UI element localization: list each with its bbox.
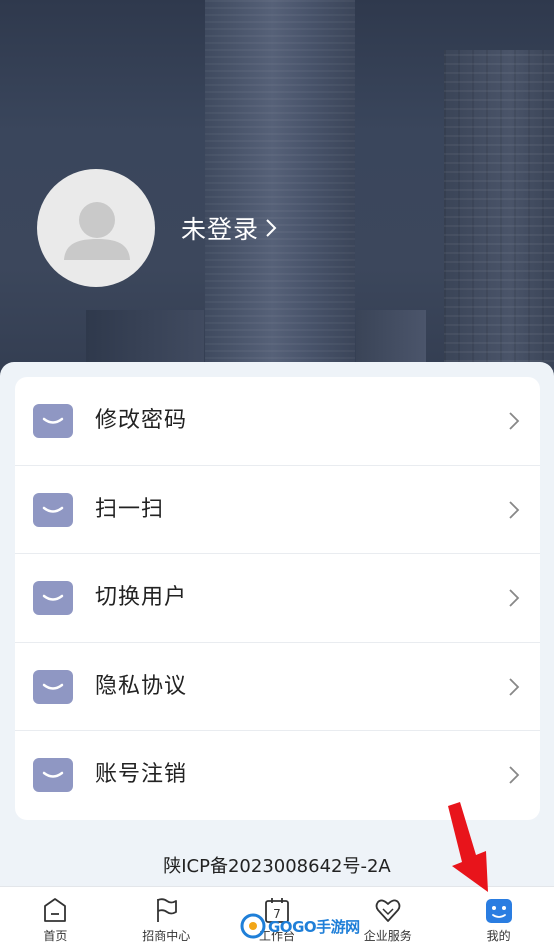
skyscraper-image [205, 0, 355, 380]
chevron-right-icon [509, 678, 520, 696]
chevron-right-icon [509, 589, 520, 607]
watermark-brand: GOGO手游网 [268, 917, 360, 936]
menu-item-label: 隐私协议 [95, 673, 188, 699]
tab-mine[interactable]: 我的 [443, 887, 554, 949]
menu-item-label: 账号注销 [95, 762, 188, 788]
login-status-text: 未登录 [181, 215, 260, 244]
menu-item-change-password[interactable]: 修改密码 [15, 377, 540, 466]
smile-icon [33, 758, 73, 793]
red-arrow-annotation [448, 802, 488, 892]
chevron-right-icon [509, 412, 520, 430]
default-user-icon [64, 202, 130, 260]
tab-investment-center[interactable]: 招商中心 [111, 887, 222, 949]
login-link[interactable]: 未登录 [181, 208, 277, 248]
tab-label: 企业服务 [363, 929, 412, 943]
smile-icon [33, 404, 73, 438]
menu-item-label: 修改密码 [95, 408, 188, 433]
tab-label: 首页 [43, 929, 68, 943]
home-icon [44, 898, 67, 922]
smile-icon [33, 669, 73, 704]
menu-item-label: 切换用户 [95, 585, 188, 611]
menu-item-switch-user[interactable]: 切换用户 [15, 554, 540, 643]
menu-item-privacy-policy[interactable]: 隐私协议 [15, 643, 540, 732]
building-image [444, 50, 554, 380]
avatar[interactable] [37, 169, 155, 287]
watermark-logo: GOGO手游网 [240, 912, 360, 940]
chevron-right-icon [266, 219, 277, 237]
menu-item-label: 扫一扫 [95, 496, 165, 522]
tab-label: 招商中心 [142, 929, 191, 943]
chevron-right-icon [509, 766, 520, 785]
flag-icon [157, 898, 178, 922]
smile-icon [33, 581, 73, 616]
tab-label: 我的 [486, 929, 511, 943]
settings-menu: 修改密码 扫一扫 切换用户 隐私协议 账号注销 [15, 377, 540, 820]
tab-home[interactable]: 首页 [0, 887, 111, 949]
menu-item-scan[interactable]: 扫一扫 [15, 466, 540, 555]
profile-face-icon [485, 899, 512, 923]
smile-icon [33, 492, 73, 527]
chevron-right-icon [509, 500, 520, 519]
heart-icon [375, 899, 401, 922]
gogo-logo-icon [240, 913, 266, 939]
